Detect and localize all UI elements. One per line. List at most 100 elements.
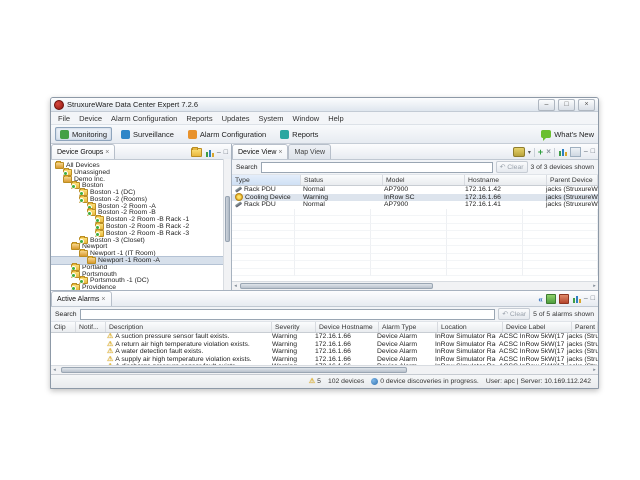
add-device-icon[interactable]: + (538, 148, 543, 156)
tree-item-providence[interactable]: Providence (51, 284, 231, 290)
whats-new-button[interactable]: What's New (541, 130, 594, 139)
tab-device-groups[interactable]: Device Groups × (51, 144, 115, 159)
empty-row (232, 254, 598, 262)
toolbar-button-reports[interactable]: Reports (275, 127, 323, 141)
column-header-parent-device[interactable]: Parent Device (572, 322, 598, 332)
menu-item-updates[interactable]: Updates (222, 114, 250, 123)
maximize-panel-icon[interactable]: □ (224, 149, 228, 157)
device-hostname-cell: 172.16.1.42 (462, 186, 543, 193)
surveillance-icon (121, 130, 130, 139)
report-chart-icon[interactable] (558, 148, 567, 156)
status-alarm-summary[interactable]: ⚠ 5 (309, 378, 321, 385)
column-header-hostname[interactable]: Hostname (465, 175, 547, 185)
maximize-panel-icon[interactable]: □ (591, 295, 595, 303)
tree-scrollbar-thumb[interactable] (225, 196, 230, 243)
column-header-severity[interactable]: Severity (272, 322, 316, 332)
device-hostname-cell: 172.16.1.66 (462, 194, 543, 201)
dropdown-icon[interactable]: ▾ (528, 149, 531, 156)
alarm-severity-cell: Warning (269, 356, 312, 363)
remove-device-icon[interactable]: × (546, 148, 551, 156)
column-header-notif[interactable]: Notif... (76, 322, 106, 332)
column-header-clip[interactable]: Clip (51, 322, 76, 332)
device-model-cell: AP7900 (381, 201, 462, 208)
export-alarms-icon[interactable] (546, 294, 556, 304)
tab-close-icon[interactable]: × (101, 296, 105, 303)
menu-item-file[interactable]: File (58, 114, 70, 123)
minimize-panel-icon[interactable]: – (217, 149, 221, 157)
menu-item-window[interactable]: Window (293, 114, 320, 123)
warning-icon: ⚠ (107, 348, 113, 355)
alarm-table-hscrollbar[interactable]: ◂ ▸ (51, 365, 598, 374)
alarm-clear-button[interactable]: ↶ Clear (498, 308, 530, 320)
column-header-model[interactable]: Model (383, 175, 465, 185)
device-row[interactable]: Cooling DeviceWarningInRow SC172.16.1.66… (232, 194, 598, 202)
column-header-location[interactable]: Location (438, 322, 503, 332)
minimize-panel-icon[interactable]: – (584, 295, 588, 303)
status-user-server: User: apc | Server: 10.169.112.242 (486, 378, 591, 385)
column-header-description[interactable]: Description (106, 322, 272, 332)
device-row[interactable]: Rack PDUNormalAP7900172.16.1.41jacks (St… (232, 201, 598, 209)
alarm-configuration-icon (188, 130, 197, 139)
alarm-severity-cell: Warning (269, 348, 312, 355)
alarm-device-label-cell: ACSC InRow 5kW(172.16... (496, 356, 564, 363)
tab-close-icon[interactable]: × (105, 149, 109, 156)
alarm-row[interactable]: ⚠A water detection fault exists.Warning1… (51, 348, 598, 356)
minimize-icon[interactable]: – (538, 99, 555, 111)
alarm-description: A suction pressure sensor fault exists. (115, 333, 229, 340)
toolbar-label: Monitoring (72, 130, 107, 139)
column-header-parent-device[interactable]: Parent Device (547, 175, 598, 185)
tab-device-view[interactable]: Device View × (232, 144, 288, 159)
menu-item-reports[interactable]: Reports (186, 114, 212, 123)
menu-item-alarm-configuration[interactable]: Alarm Configuration (111, 114, 177, 123)
device-table: TypeStatusModelHostnameParent Device Rack… (232, 175, 598, 281)
column-header-device-hostname[interactable]: Device Hostname (316, 322, 379, 332)
group-summary-icon[interactable] (205, 149, 214, 157)
hscroll-thumb[interactable] (61, 367, 407, 373)
device-clear-button[interactable]: ↶ Clear (496, 161, 528, 173)
alarm-row[interactable]: ⚠A return air high temperature violation… (51, 341, 598, 349)
alarm-history-icon[interactable] (559, 294, 569, 304)
hscroll-thumb[interactable] (240, 283, 433, 289)
maximize-icon[interactable]: □ (558, 99, 575, 111)
scroll-right-icon[interactable]: ▸ (591, 283, 598, 289)
column-header-alarm-type[interactable]: Alarm Type (379, 322, 438, 332)
maximize-panel-icon[interactable]: □ (591, 148, 595, 156)
alarm-location-cell: InRow Simulator Rack (432, 341, 496, 348)
menu-item-help[interactable]: Help (328, 114, 343, 123)
menu-item-device[interactable]: Device (79, 114, 102, 123)
tree-item-portland[interactable]: Portland (51, 264, 231, 271)
device-search-input[interactable] (261, 162, 493, 173)
tree-item-boston[interactable]: Boston (51, 182, 231, 189)
alarm-row[interactable]: ⚠A supply air high temperature violation… (51, 356, 598, 364)
column-header-device-label[interactable]: Device Label (503, 322, 572, 332)
scroll-left-icon[interactable]: ◂ (232, 283, 239, 289)
minimize-panel-icon[interactable]: – (584, 148, 588, 156)
view-menu-icon[interactable] (513, 147, 525, 157)
column-header-status[interactable]: Status (301, 175, 383, 185)
collapse-all-icon[interactable]: « (538, 295, 542, 304)
tab-map-view[interactable]: Map View (288, 144, 331, 159)
alarm-description-cell: ⚠A return air high temperature violation… (104, 341, 269, 348)
toolbar-button-monitoring[interactable]: Monitoring (55, 127, 112, 141)
tab-active-alarms[interactable]: Active Alarms × (51, 291, 112, 306)
new-folder-icon[interactable] (191, 148, 202, 157)
discovery-icon (371, 378, 378, 385)
alarm-parent-cell: jacks (StruxureWare Data (564, 341, 598, 348)
tree-scrollbar[interactable] (223, 159, 231, 290)
alarm-row[interactable]: ⚠A suction pressure sensor fault exists.… (51, 333, 598, 341)
scroll-left-icon[interactable]: ◂ (51, 367, 58, 373)
close-icon[interactable]: × (578, 99, 595, 111)
toolbar-button-surveillance[interactable]: Surveillance (116, 127, 179, 141)
alarm-chart-icon[interactable] (572, 295, 581, 303)
menu-item-system[interactable]: System (259, 114, 284, 123)
alarm-severity-cell: Warning (269, 341, 312, 348)
toolbar-button-alarm-configuration[interactable]: Alarm Configuration (183, 127, 271, 141)
tab-close-icon[interactable]: × (278, 149, 282, 156)
alarm-search-input[interactable] (80, 309, 496, 320)
device-hostname-cell: 172.16.1.41 (462, 201, 543, 208)
layout-grid-icon[interactable] (570, 147, 581, 157)
tree-item-newport-1-room-a[interactable]: Newport -1 Room -A (51, 257, 231, 264)
column-header-type[interactable]: Type (232, 175, 301, 185)
device-table-hscrollbar[interactable]: ◂ ▸ (232, 281, 598, 290)
scroll-right-icon[interactable]: ▸ (591, 367, 598, 373)
